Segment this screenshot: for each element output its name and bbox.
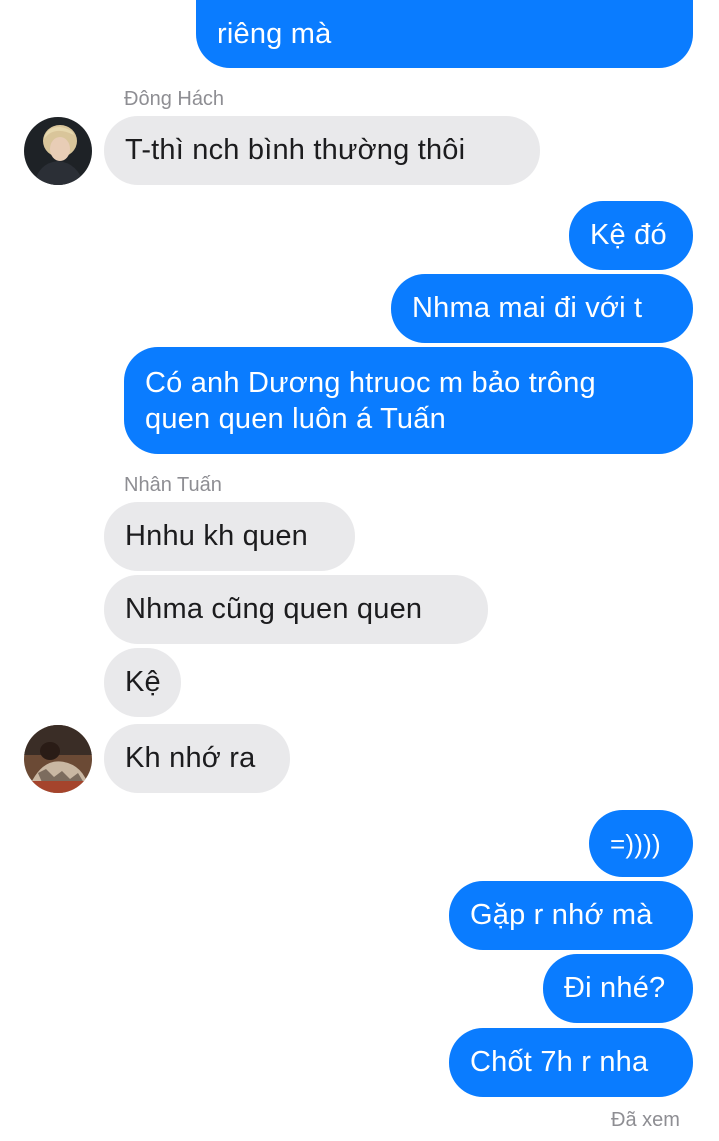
message-sent[interactable]: Gặp r nhớ mà	[449, 881, 693, 950]
message-text: Kệ	[125, 666, 161, 698]
message-text: Nhma cũng quen quen	[125, 593, 423, 625]
message-text: Hnhu kh quen	[125, 520, 308, 552]
message-received[interactable]: T-thì nch bình thường thôi	[104, 116, 540, 185]
message-text-line-2: quen quen luôn á Tuấn	[145, 403, 446, 435]
message-text: Kệ đó	[590, 219, 667, 251]
message-text: Đi nhé?	[564, 972, 666, 1004]
read-receipt: Đã xem	[611, 1109, 680, 1131]
message-received[interactable]: Nhma cũng quen quen	[104, 575, 488, 644]
message-sent[interactable]: Kệ đó	[569, 201, 693, 270]
message-text: Chốt 7h r nha	[470, 1046, 649, 1078]
message-received[interactable]: Kh nhớ ra	[104, 724, 290, 793]
message-received[interactable]: Hnhu kh quen	[104, 502, 355, 571]
sender-name-nhan-tuan: Nhân Tuấn	[124, 474, 222, 496]
message-text: Nhma mai đi với t	[412, 292, 643, 324]
message-sent-partial[interactable]: riêng mà	[196, 0, 693, 68]
message-text-line-1: Có anh Dương htruoc m bảo trông	[145, 367, 596, 399]
message-received[interactable]: Kệ	[104, 648, 181, 717]
sender-name-dong-hach: Đông Hách	[124, 88, 225, 110]
avatar-photo-icon	[24, 117, 92, 185]
message-text: riêng mà	[217, 18, 332, 50]
message-sent[interactable]: Chốt 7h r nha	[449, 1028, 693, 1097]
message-sent[interactable]: Đi nhé?	[543, 954, 693, 1023]
message-sent[interactable]: =))))	[589, 810, 693, 877]
message-text: =))))	[610, 829, 661, 859]
avatar-photo-icon	[24, 725, 92, 793]
avatar-nhan-tuan[interactable]	[24, 725, 92, 793]
message-text: T-thì nch bình thường thôi	[125, 134, 466, 166]
message-text: Gặp r nhớ mà	[470, 899, 653, 931]
avatar-dong-hach[interactable]	[24, 117, 92, 185]
message-sent[interactable]: Nhma mai đi với t	[391, 274, 693, 343]
message-sent-multiline[interactable]: Có anh Dương htruoc m bảo trông quen que…	[124, 347, 693, 454]
message-text: Kh nhớ ra	[125, 742, 256, 774]
